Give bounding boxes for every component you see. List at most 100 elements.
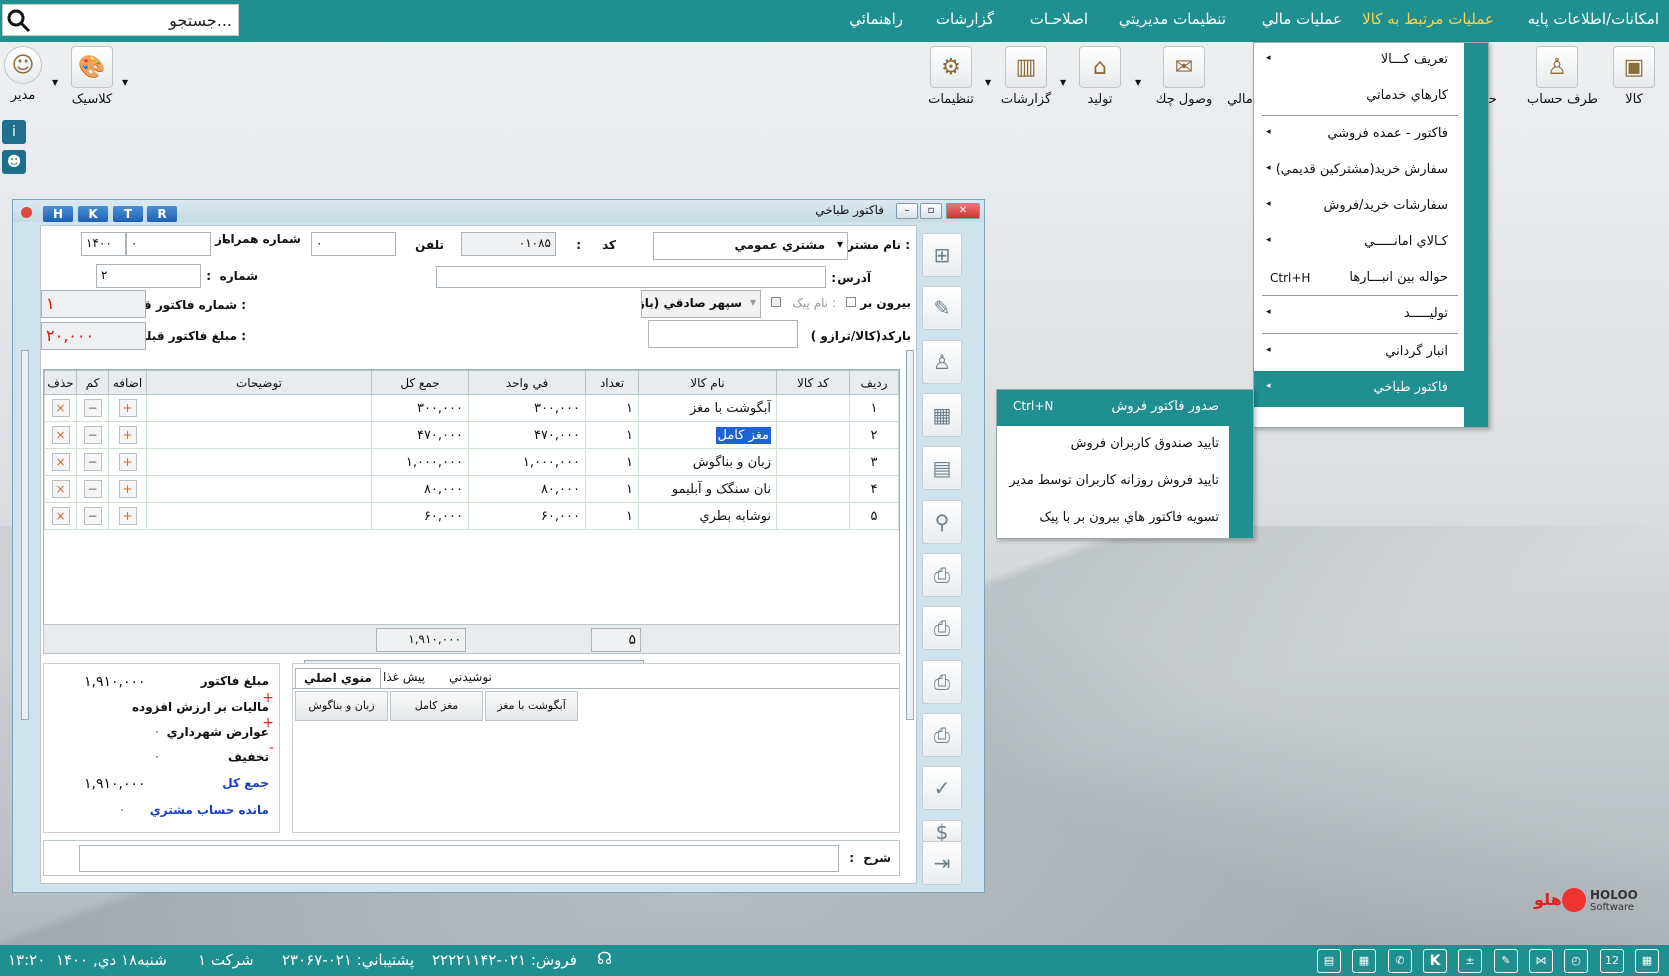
minus-icon[interactable]: − — [83, 480, 102, 498]
quantity-cell[interactable]: ۱ — [585, 475, 639, 503]
stamp-approve-icon[interactable]: ✓ — [922, 766, 962, 810]
money-icon[interactable]: $ — [922, 820, 962, 843]
delete-cell[interactable]: × — [44, 502, 77, 530]
ribbon-financial[interactable]: مالي — [1225, 46, 1255, 107]
dropdown-item[interactable]: سفارشات خريد/فروش ◂ — [1254, 189, 1464, 225]
left-splitter[interactable] — [21, 350, 29, 720]
prev-invoice-field[interactable]: ۱ — [41, 290, 146, 318]
code-field[interactable]: ۰۱۰۸۵ — [461, 232, 556, 256]
menu-reports[interactable]: گزارشات — [936, 10, 994, 28]
add-user-icon[interactable]: ♙ — [922, 340, 962, 384]
menu-goods-ops[interactable]: عمليات مرتبط به کالا — [1362, 10, 1494, 28]
increase-cell[interactable]: + — [108, 448, 147, 476]
search-input[interactable]: جستجو... — [169, 11, 232, 30]
dropdown-item[interactable]: انبار گرداني ◂ — [1254, 335, 1464, 371]
total-cell[interactable]: ۳۰۰,۰۰۰ — [371, 394, 469, 422]
submenu-item[interactable]: صدور فاکتور فروش Ctrl+N — [997, 390, 1253, 426]
delete-icon[interactable]: × — [51, 399, 70, 417]
item-code-cell[interactable] — [776, 394, 850, 422]
submenu-item[interactable]: تاييد فروش روزانه کاربران توسط مدير — [997, 464, 1229, 500]
k-icon[interactable]: K — [1423, 949, 1447, 973]
dropdown-item[interactable]: سفارش خريد(مشترکين قديمي) ◂ — [1254, 153, 1464, 189]
table-row[interactable]: × − +۱,۰۰۰,۰۰۰ ۱,۰۰۰,۰۰۰ ۱ زبان و بناگوش ۳ — [44, 448, 899, 476]
dropdown-arrow-icon[interactable]: ▼ — [52, 78, 58, 87]
increase-cell[interactable]: + — [108, 475, 147, 503]
submenu-item[interactable]: تسويه فاکتور هاي بيرون بر با پيک — [997, 501, 1229, 537]
unit-price-cell[interactable]: ۳۰۰,۰۰۰ — [468, 394, 586, 422]
menu-item-button[interactable]: زبان و بناگوش — [295, 691, 388, 721]
description-cell[interactable] — [146, 421, 372, 449]
menu-basic-info[interactable]: امکانات/اطلاعات پايه — [1528, 10, 1659, 28]
unit-price-cell[interactable]: ۸۰,۰۰۰ — [468, 475, 586, 503]
search-icon[interactable] — [6, 8, 32, 34]
item-code-cell[interactable] — [776, 475, 850, 503]
description-cell[interactable] — [146, 448, 372, 476]
info-icon[interactable]: i — [2, 120, 26, 144]
minus-icon[interactable]: − — [83, 507, 102, 525]
delete-icon[interactable]: × — [51, 480, 70, 498]
hotkey-k-button[interactable]: K — [78, 206, 108, 222]
dropdown-item[interactable]: فاکتور طباخي ◂ — [1254, 371, 1488, 407]
delete-cell[interactable]: × — [44, 475, 77, 503]
hotkey-h-button[interactable]: H — [43, 206, 73, 222]
minus-icon[interactable]: − — [83, 426, 102, 444]
dropdown-item[interactable]: کـالاي امانـــــي ◂ — [1254, 225, 1464, 261]
menu-help[interactable]: راهنمائي — [849, 10, 903, 28]
print-money-icon[interactable]: ⎙ — [922, 553, 962, 597]
plus-icon[interactable]: + — [118, 507, 137, 525]
table-row[interactable]: × − +۳۰۰,۰۰۰ ۳۰۰,۰۰۰ ۱ آبگوشت با مغز ۱ — [44, 394, 899, 422]
search-box[interactable]: جستجو... — [2, 4, 239, 36]
courier-icon[interactable]: ⚲ — [922, 500, 962, 544]
calculator-icon[interactable]: ▦ — [922, 393, 962, 437]
tab-appetizer[interactable]: پيش غذا — [375, 668, 433, 688]
note-icon[interactable]: ✎ — [1494, 949, 1518, 973]
clipboard-icon[interactable]: ▤ — [1317, 949, 1341, 973]
decrease-cell[interactable]: − — [76, 448, 109, 476]
tab-drinks[interactable]: نوشيدني — [441, 668, 500, 688]
outside-checkbox[interactable] — [846, 297, 856, 307]
total-cell[interactable]: ۱,۰۰۰,۰۰۰ — [371, 448, 469, 476]
print-delete-icon[interactable]: ⎙ — [922, 713, 962, 757]
menu-item-button[interactable]: مغز کامل — [390, 691, 483, 721]
dropdown-item[interactable]: توليـــــد ◂ — [1254, 297, 1464, 333]
menu-corrections[interactable]: اصلاحـات — [1030, 10, 1088, 28]
contact-icon[interactable]: ☻ — [2, 150, 26, 174]
quantity-cell[interactable]: ۱ — [585, 421, 639, 449]
reminder-icon[interactable]: ◴ — [1564, 949, 1588, 973]
increase-cell[interactable]: + — [108, 421, 147, 449]
description-cell[interactable] — [146, 502, 372, 530]
barcode-field[interactable] — [648, 320, 798, 348]
table-row[interactable]: × − +۸۰,۰۰۰ ۸۰,۰۰۰ ۱ نان سنگک و آبليمو ۴ — [44, 475, 899, 503]
ribbon-reports[interactable]: ▥ گزارشات — [996, 46, 1056, 107]
calendar-icon[interactable]: 12 — [1600, 949, 1624, 973]
phone-field[interactable]: ۰ — [311, 232, 396, 256]
hotkey-t-button[interactable]: T — [113, 206, 143, 222]
calendar-grid-icon[interactable]: ▦ — [1352, 949, 1376, 973]
share-icon[interactable]: ⋈ — [1529, 949, 1553, 973]
address-field[interactable] — [436, 266, 826, 288]
tab-main-menu[interactable]: منوي اصلي — [295, 668, 381, 688]
edit-item-icon[interactable]: ✎ — [922, 286, 962, 330]
ribbon-check-receipt[interactable]: ✉ وصول چك — [1154, 46, 1214, 107]
customer-select[interactable]: مشتري عمومي ▾ — [653, 232, 848, 260]
item-code-cell[interactable] — [776, 502, 850, 530]
print-info-icon[interactable]: ⎙ — [922, 660, 962, 704]
quantity-cell[interactable]: ۱ — [585, 394, 639, 422]
dropdown-arrow-icon[interactable]: ▼ — [985, 78, 991, 87]
sharh-field[interactable] — [79, 845, 839, 872]
item-name-cell[interactable]: مغز کامل — [638, 421, 777, 449]
courier-select[interactable]: سپهر صادقي (بازاريابي) ▾ — [641, 290, 761, 318]
increase-cell[interactable]: + — [108, 394, 147, 422]
menu-financial-ops[interactable]: عمليات مالي — [1262, 10, 1342, 28]
item-code-cell[interactable] — [776, 421, 850, 449]
plus-icon[interactable]: + — [118, 399, 137, 417]
dropdown-arrow-icon[interactable]: ▼ — [122, 78, 128, 87]
delete-icon[interactable]: × — [51, 507, 70, 525]
dropdown-item[interactable]: حواله بين انبـــارها Ctrl+H — [1254, 261, 1464, 297]
right-splitter[interactable] — [906, 350, 914, 720]
print-cancel-icon[interactable]: ⎙ — [922, 606, 962, 650]
unit-price-cell[interactable]: ۶۰,۰۰۰ — [468, 502, 586, 530]
delete-icon[interactable]: × — [51, 426, 70, 444]
decrease-cell[interactable]: − — [76, 502, 109, 530]
total-cell[interactable]: ۸۰,۰۰۰ — [371, 475, 469, 503]
